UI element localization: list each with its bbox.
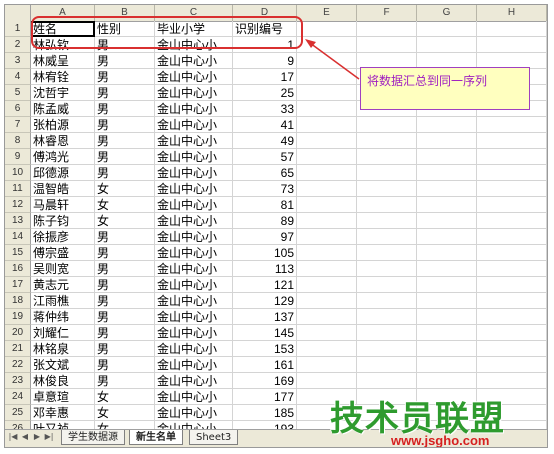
first-sheet-icon[interactable]: |◀ (7, 432, 19, 441)
spreadsheet-window: A B C D E F G H 1 姓名 性别 毕业小学 识别编号 2 林弘钦男金… (4, 4, 548, 448)
prev-sheet-icon[interactable]: ◀ (19, 432, 31, 441)
annotation-callout: 将数据汇总到同一序列 (360, 67, 530, 110)
site-url-watermark: www.jsgho.com (391, 433, 490, 448)
sheet-tab-sheet3[interactable]: Sheet3 (189, 430, 239, 445)
sheet-tab-roster[interactable]: 新生名单 (129, 430, 183, 445)
next-sheet-icon[interactable]: ▶ (31, 432, 43, 441)
last-sheet-icon[interactable]: ▶| (43, 432, 55, 441)
sheet-tab-source[interactable]: 学生数据源 (61, 430, 125, 445)
